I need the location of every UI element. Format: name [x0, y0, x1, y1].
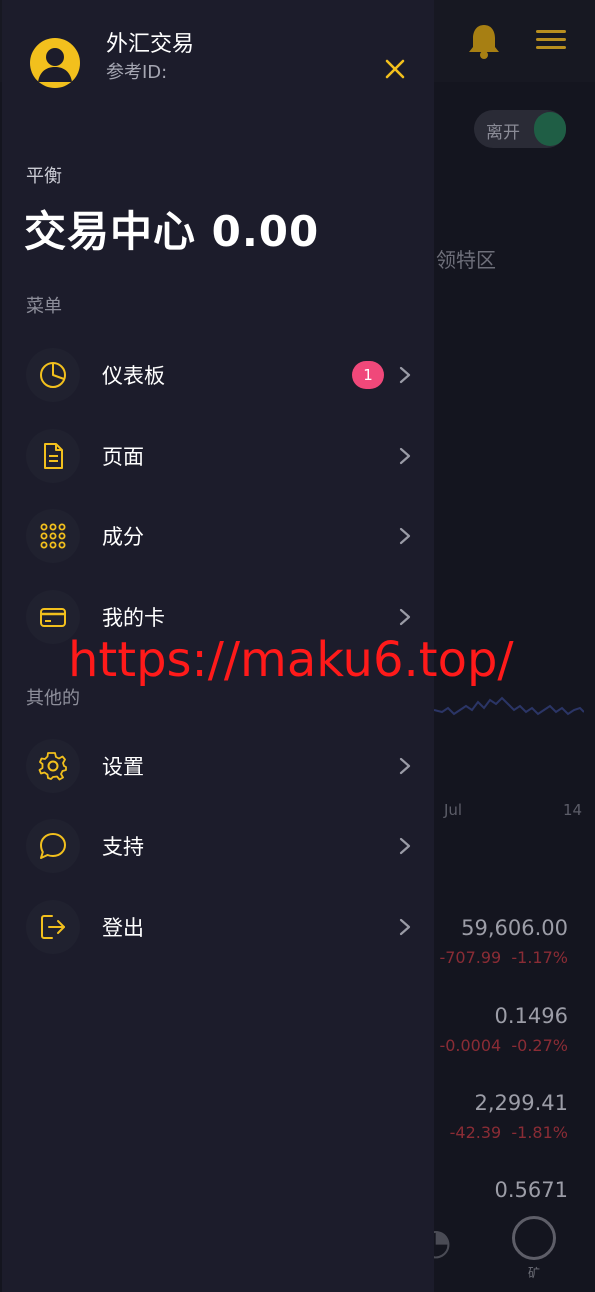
ticker-price: 2,299.41: [474, 1091, 568, 1115]
axis-tick-label: Jul: [444, 801, 463, 819]
chevron-right-icon: [399, 757, 411, 775]
chevron-right-icon: [399, 527, 411, 545]
ticker-change: -42.39 -1.81%: [449, 1123, 568, 1142]
bell-icon[interactable]: [466, 22, 502, 60]
menu-item-components[interactable]: 成分: [4, 501, 432, 571]
ticker-price: 59,606.00: [461, 916, 568, 940]
menu-item-label: 支持: [102, 835, 144, 859]
gear-icon: [38, 752, 67, 781]
user-icon: [38, 48, 72, 82]
ticker-price: 0.1496: [494, 1004, 568, 1028]
app-name: 外汇交易: [106, 32, 195, 57]
bottom-nav-label: 矿: [528, 1266, 541, 1280]
menu-item-logout[interactable]: 登出: [4, 892, 432, 962]
menu-item-label: 设置: [102, 755, 144, 779]
pie-chart-icon: [40, 362, 66, 388]
credit-card-icon: [40, 608, 66, 627]
chevron-right-icon: [399, 447, 411, 465]
axis-tick-label: 14: [563, 801, 583, 819]
chevron-right-icon: [399, 837, 411, 855]
ticker-row[interactable]: 59,606.00 -707.99 -1.17%: [434, 906, 595, 986]
ticker-price: 0.5671: [494, 1178, 568, 1202]
chevron-right-icon: [399, 918, 411, 936]
background-section-title: 领特区: [436, 248, 496, 272]
chat-bubble-icon: [40, 833, 66, 859]
ticker-row[interactable]: 2,299.41 -42.39 -1.81%: [434, 1081, 595, 1161]
balance-label: 平衡: [26, 166, 62, 187]
watermark-url: https://maku6.top/: [68, 632, 514, 688]
document-icon: [44, 443, 63, 469]
menu-item-dashboard[interactable]: 仪表板 1: [4, 340, 432, 410]
menu-item-label: 页面: [102, 445, 144, 469]
reference-id-label: 参考ID:: [106, 62, 168, 83]
menu-item-pages[interactable]: 页面: [4, 421, 432, 491]
menu-group-label: 菜单: [26, 296, 62, 317]
chevron-right-icon: [399, 608, 411, 626]
balance-value: 交易中心 0.00: [24, 207, 320, 256]
menu-item-label: 成分: [102, 525, 144, 549]
close-icon[interactable]: [382, 56, 408, 82]
menu-item-support[interactable]: 支持: [4, 811, 432, 881]
profile-nav-icon[interactable]: [512, 1216, 556, 1260]
menu-item-label: 仪表板: [102, 364, 165, 388]
menu-item-label: 登出: [102, 916, 144, 940]
ticker-row[interactable]: 0.1496 -0.0004 -0.27%: [434, 994, 595, 1074]
ticker-change: -707.99 -1.17%: [439, 948, 568, 967]
logout-icon: [41, 915, 65, 939]
menu-item-label: 我的卡: [102, 606, 165, 630]
avatar[interactable]: [30, 38, 80, 88]
price-sparkline: [434, 696, 584, 716]
hamburger-menu-icon[interactable]: [536, 30, 566, 52]
menu-item-settings[interactable]: 设置: [4, 731, 432, 801]
notification-badge: 1: [352, 361, 384, 389]
toggle-knob: [534, 112, 566, 146]
ticker-change: -0.0004 -0.27%: [439, 1036, 568, 1055]
grid-dots-icon: [40, 523, 66, 549]
chevron-right-icon: [399, 366, 411, 384]
leave-toggle-label: 离开: [486, 123, 520, 143]
